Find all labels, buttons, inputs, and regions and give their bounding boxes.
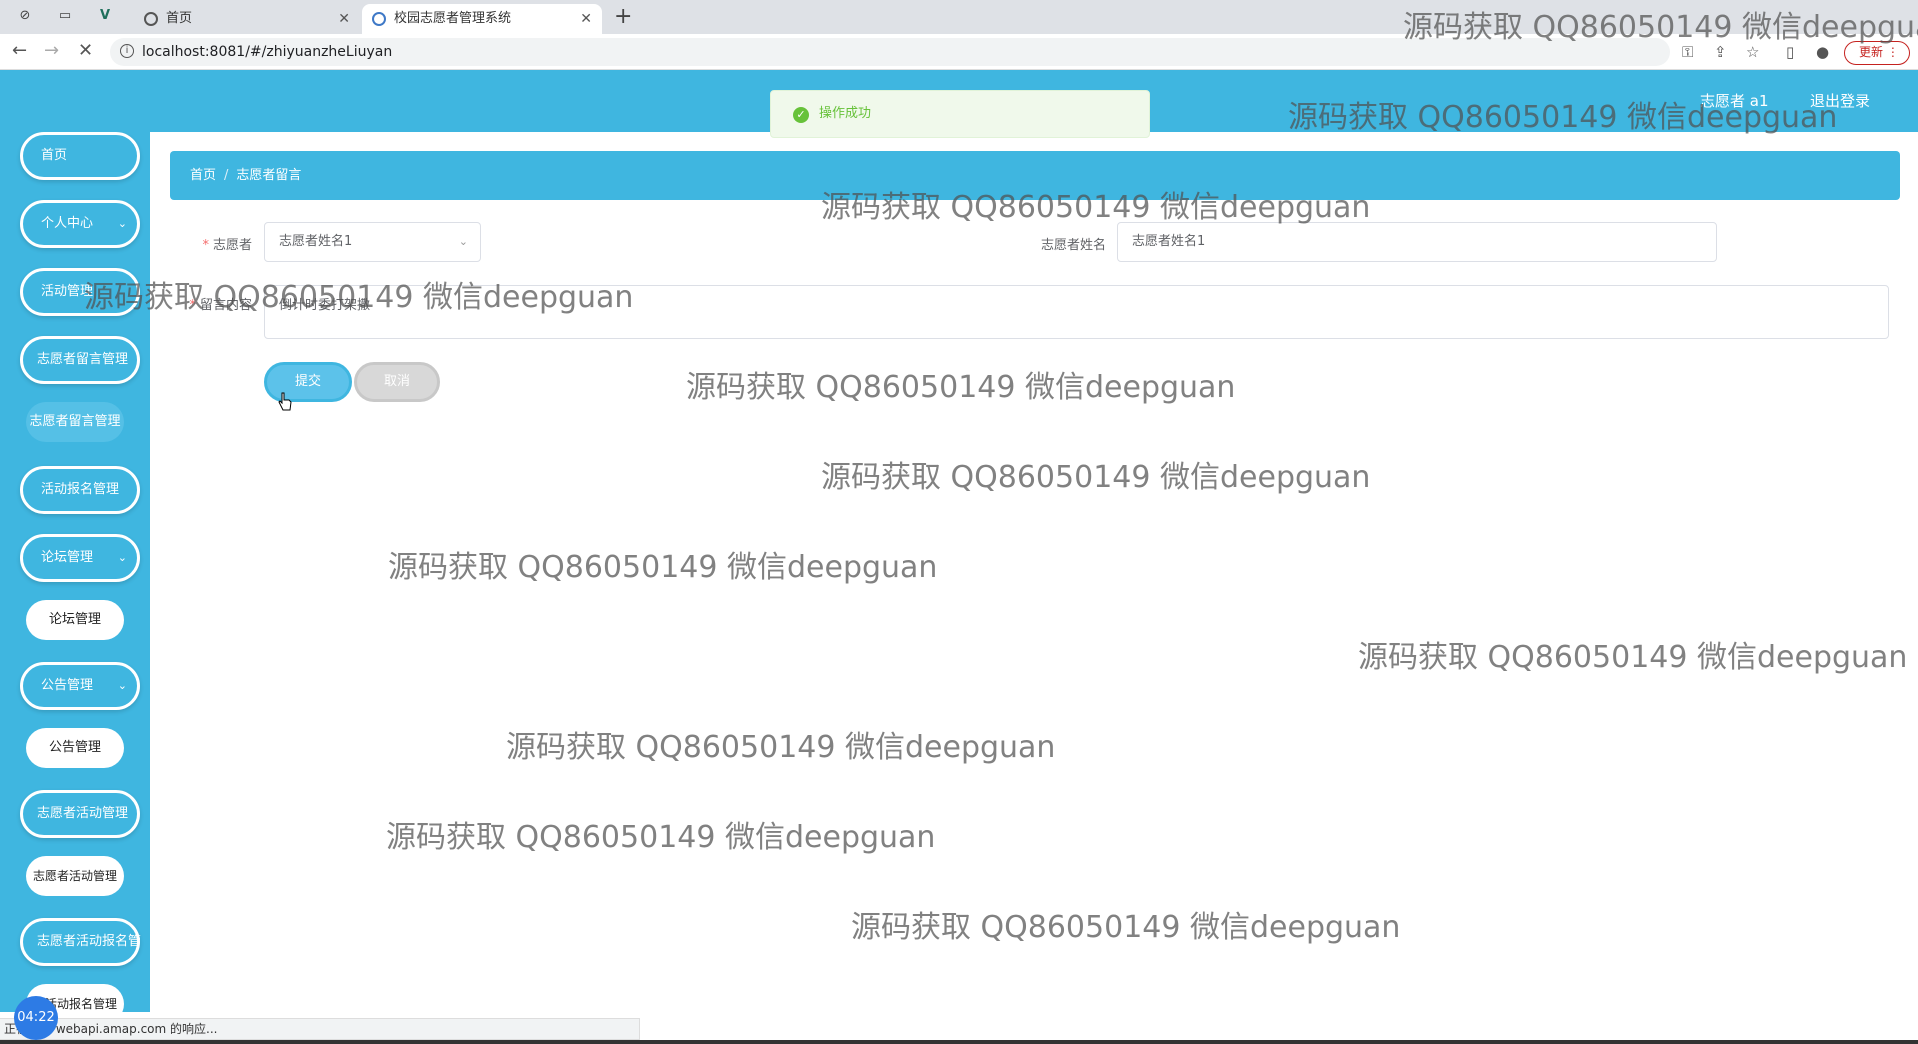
sidebar-item-label: 志愿者留言管理	[29, 414, 121, 429]
watermark: 源码获取 QQ86050149 微信deepguan	[821, 460, 1371, 495]
star-icon[interactable]: ☆	[1746, 43, 1759, 61]
share-icon[interactable]: ⇪	[1714, 43, 1727, 61]
address-bar: ← → ✕ i localhost:8081/#/zhiyuanzheLiuya…	[0, 34, 1918, 70]
sidebar-subitem-notice[interactable]: 公告管理	[26, 728, 124, 768]
user-label: 志愿者 a1	[1700, 92, 1769, 110]
sidebar-item-label: 个人中心	[41, 216, 94, 231]
watermark: 源码获取 QQ86050149 微信deepguan	[386, 820, 936, 855]
volunteer-select-value: 志愿者姓名1	[279, 234, 353, 249]
logout-link[interactable]: 退出登录	[1810, 90, 1870, 111]
message-textarea[interactable]: 倒计时委打架撒	[264, 285, 1889, 339]
back-icon[interactable]: ←	[12, 41, 27, 61]
watermark: 源码获取 QQ86050149 微信deepguan	[1358, 640, 1908, 675]
message-value: 倒计时委打架撒	[279, 298, 371, 313]
watermark: 源码获取 QQ86050149 微信deepguan	[388, 550, 938, 585]
status-bar: 正在等待 webapi.amap.com 的响应...	[0, 1018, 640, 1040]
sidebar-item-label: 论坛管理	[41, 550, 94, 565]
update-label: 更新	[1859, 45, 1884, 59]
close-icon[interactable]: ✕	[580, 4, 592, 34]
sidebar-item-label: 志愿者活动管理	[32, 869, 117, 883]
sidebar-item-home[interactable]: 首页	[20, 132, 140, 180]
chevron-down-icon: ⌄	[117, 217, 127, 230]
watermark: 源码获取 QQ86050149 微信deepguan	[686, 370, 1236, 405]
sidebar-item-label: 志愿者留言管理	[37, 352, 129, 367]
sidebar-item-volunteer-signup[interactable]: 志愿者活动报名管	[20, 918, 142, 966]
message-label: * 留言内容	[189, 298, 252, 313]
sidebar-item-label: 首页	[41, 148, 68, 163]
close-icon[interactable]: ✕	[338, 4, 350, 34]
browser-icon[interactable]: ⊘	[16, 7, 34, 25]
update-button[interactable]: 更新 ⋮	[1844, 41, 1910, 65]
sidebar-subitem-forum[interactable]: 论坛管理	[26, 600, 124, 640]
volunteer-select[interactable]: 志愿者姓名1 ⌄	[264, 222, 481, 262]
sidebar-item-activity[interactable]: 活动管理	[20, 268, 140, 316]
breadcrumb-current: 志愿者留言	[236, 168, 302, 183]
sidebar-item-label: 论坛管理	[48, 612, 101, 627]
sidebar-item-label: 活动报名管理	[41, 482, 120, 497]
tab-home[interactable]: 首页 ✕	[134, 4, 360, 34]
url-field[interactable]: i localhost:8081/#/zhiyuanzheLiuyan	[110, 38, 1670, 66]
sidebar-item-label: 公告管理	[41, 678, 94, 693]
taskbar-edge	[0, 1040, 1918, 1044]
sidebar: 首页 个人中心 ⌄ 活动管理 志愿者留言管理 志愿者留言管理 活动报名管理 论坛管…	[0, 132, 150, 1012]
sidebar-item-label: 志愿者活动管理	[37, 806, 129, 821]
toast-message: 操作成功	[819, 106, 872, 121]
forward-icon[interactable]: →	[44, 41, 59, 61]
sidebar-item-forum[interactable]: 论坛管理 ⌄	[20, 534, 140, 582]
check-circle-icon: ✓	[793, 107, 809, 123]
breadcrumb: 首页 / 志愿者留言	[170, 151, 1900, 200]
cancel-button[interactable]: 取消	[354, 362, 440, 402]
tab-label: 校园志愿者管理系统	[394, 11, 512, 26]
url-text: localhost:8081/#/zhiyuanzheLiuyan	[142, 44, 393, 60]
chevron-down-icon: ⌄	[117, 551, 127, 564]
hand-cursor-icon	[278, 392, 292, 411]
volunteer-name-field[interactable]: 志愿者姓名1	[1117, 222, 1717, 262]
sidebar-item-label: 公告管理	[48, 740, 101, 755]
chevron-down-icon: ⌄	[458, 235, 468, 248]
breadcrumb-home[interactable]: 首页	[190, 168, 216, 183]
volunteer-name-label: 志愿者姓名	[1040, 238, 1106, 253]
tab-label: 首页	[166, 11, 193, 26]
site-icon	[372, 12, 386, 26]
sidebar-item-message[interactable]: 志愿者留言管理	[20, 336, 140, 384]
globe-icon	[144, 12, 158, 26]
sidebar-item-volunteer-activity[interactable]: 志愿者活动管理	[20, 790, 140, 838]
sidebar-subitem-message[interactable]: 志愿者留言管理	[26, 402, 124, 442]
sidebar-item-label: 活动管理	[41, 284, 94, 299]
sidepanel-icon[interactable]: ▯	[1786, 43, 1794, 61]
sidebar-item-notice[interactable]: 公告管理 ⌄	[20, 662, 140, 710]
sidebar-item-signup[interactable]: 活动报名管理	[20, 466, 140, 514]
chevron-down-icon: ⌄	[117, 679, 127, 692]
new-tab-button[interactable]: +	[614, 4, 632, 30]
tab-volunteer-system[interactable]: 校园志愿者管理系统 ✕	[362, 4, 602, 34]
blank-tab-icon[interactable]: ▭	[56, 7, 74, 25]
watermark: 源码获取 QQ86050149 微信deepguan	[506, 730, 1056, 765]
sidebar-item-label: 志愿者活动报名管	[37, 934, 142, 949]
stop-loading-icon[interactable]: ✕	[78, 41, 93, 61]
watermark: 源码获取 QQ86050149 微信deepguan	[851, 910, 1401, 945]
success-toast: ✓ 操作成功	[770, 90, 1150, 138]
profile-icon[interactable]: ●	[1816, 43, 1829, 61]
sidebar-item-personal-center[interactable]: 个人中心 ⌄	[20, 200, 140, 248]
vue-tab-icon[interactable]: V	[96, 7, 114, 25]
breadcrumb-separator: /	[224, 168, 229, 183]
volunteer-name-value: 志愿者姓名1	[1132, 234, 1206, 249]
timer-badge: 04:22	[14, 996, 58, 1040]
volunteer-label: * 志愿者	[202, 238, 252, 253]
sidebar-subitem-volunteer-activity[interactable]: 志愿者活动管理	[26, 856, 124, 896]
info-icon[interactable]: i	[120, 44, 134, 58]
browser-tab-bar: ⊘ ▭ V 首页 ✕ 校园志愿者管理系统 ✕ +	[0, 0, 1918, 34]
key-icon[interactable]: ⚿	[1682, 43, 1693, 61]
